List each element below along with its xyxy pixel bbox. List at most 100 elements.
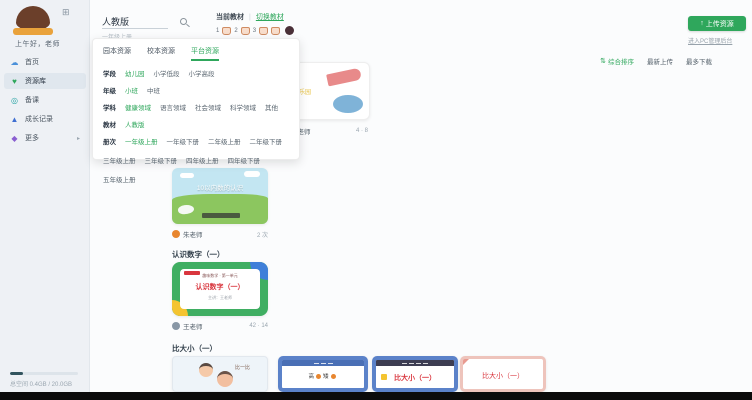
sidebar-item-label: 更多 (25, 133, 39, 143)
card-content: 高矮 (282, 372, 364, 380)
filter-option[interactable]: 其他 (265, 102, 278, 112)
card-title: 比大小（一） (463, 371, 543, 381)
filter-option[interactable]: 四年级下册 (228, 155, 261, 165)
card-text: 比一比 (235, 364, 250, 371)
unit-badge-icon[interactable] (241, 27, 250, 35)
filter-option[interactable]: 三年级下册 (145, 155, 178, 165)
unit-number: 1 (216, 28, 219, 34)
card-title: 认识数字（一） (180, 282, 260, 292)
filter-label: 册次 (103, 136, 116, 146)
sidebar-item-prep[interactable]: ◎ 备课 (4, 92, 86, 108)
sort-option-label: 最多下载 (686, 56, 712, 66)
unit-badge-row: 1 2 3 (216, 26, 294, 35)
sort-option-downloads[interactable]: 最多下载 (686, 56, 712, 66)
more-diamond-icon: ◆ (10, 134, 19, 143)
filter-option[interactable]: 五年级上册 (103, 174, 136, 184)
sort-option-label: 综合排序 (608, 56, 634, 66)
app-window: ⊞ 上午好，老师 ☁ 首页 ♥ 资源库 ◎ 备课 ▲ 成长记录 ◆ 更多 ▸ (0, 0, 752, 400)
upload-button[interactable]: ↑ 上传资源 (688, 16, 746, 31)
uploader-avatar-icon (172, 230, 180, 238)
pc-admin-link[interactable]: 进入PC管理后台 (688, 36, 732, 45)
app-grid-icon[interactable]: ⊞ (62, 7, 70, 18)
search-icon[interactable] (180, 18, 187, 25)
sidebar-item-label: 首页 (25, 57, 39, 67)
search-input[interactable] (102, 14, 168, 29)
sidebar-nav: ☁ 首页 ♥ 资源库 ◎ 备课 ▲ 成长记录 ◆ 更多 ▸ (4, 54, 86, 149)
filter-option[interactable]: 小班 (125, 85, 138, 95)
unit-badge-icon[interactable] (271, 27, 280, 35)
filter-row-grade: 年级 小班 中班 (103, 85, 293, 95)
filter-option[interactable]: 小学高段 (189, 68, 215, 78)
filter-option[interactable]: 三年级上册 (103, 155, 136, 165)
resource-card[interactable]: 比一比 (172, 356, 268, 392)
avatar[interactable] (285, 26, 294, 35)
sort-option-default[interactable]: ⇅ 综合排序 (600, 56, 634, 66)
resource-card[interactable]: 趣味数学 · 第一单元 认识数字（一） 主讲：王老师 (172, 262, 268, 316)
prep-ring-icon: ◎ (10, 96, 19, 105)
app-logo-icon (16, 6, 50, 30)
filter-option[interactable]: 社会领域 (195, 102, 221, 112)
resource-card[interactable]: 比大小（一） (460, 356, 546, 392)
sidebar-item-more[interactable]: ◆ 更多 ▸ (4, 130, 86, 146)
tab-school-resources[interactable]: 园本资源 (103, 46, 131, 61)
filter-row-volume: 册次 一年级上册 一年级下册 二年级上册 二年级下册 三年级上册 三年级下册 四… (103, 136, 293, 184)
filter-option[interactable]: 二年级下册 (250, 136, 283, 146)
filter-option[interactable]: 中班 (147, 85, 160, 95)
sort-option-newest[interactable]: 最新上传 (647, 56, 673, 66)
resource-heart-icon: ♥ (10, 77, 19, 86)
filter-tabs: 园本资源 校本资源 平台资源 (103, 46, 289, 61)
child-face-illustration (199, 363, 213, 377)
resource-card[interactable]: 高矮 (278, 356, 368, 392)
uploader-name: 王老师 (183, 321, 203, 331)
sidebar-item-resources[interactable]: ♥ 资源库 (4, 73, 86, 89)
ribbon-icon (460, 356, 472, 368)
compare-label: 矮 (323, 374, 329, 380)
filter-label: 年级 (103, 85, 116, 95)
uploader-avatar-icon (172, 322, 180, 330)
tab-platform-resources[interactable]: 平台资源 (191, 46, 219, 61)
uploader-name: 朱老师 (183, 229, 203, 239)
train-illustration (202, 213, 240, 218)
sidebar-item-label: 成长记录 (25, 114, 53, 124)
growth-triangle-icon: ▲ (10, 115, 19, 124)
blue-blob-illustration (333, 95, 363, 113)
material-switcher: 当前教材 | 切换教材 (216, 12, 284, 22)
filter-option[interactable]: 四年级上册 (186, 155, 219, 165)
filter-option[interactable]: 一年级上册 (125, 136, 158, 146)
card-caption: 王老师 42 · 14 (172, 321, 268, 331)
filter-option[interactable]: 人教版 (125, 119, 145, 129)
filter-row-subject: 学科 健康领域 语言领域 社会领域 科学领域 其他 (103, 102, 293, 112)
section-header: 比大小（一） (172, 343, 217, 354)
filter-option[interactable]: 科学领域 (230, 102, 256, 112)
sort-bar: ⇅ 综合排序 最新上传 最多下载 (600, 56, 712, 66)
sidebar-item-growth[interactable]: ▲ 成长记录 (4, 111, 86, 127)
unit-badge-icon[interactable] (222, 27, 231, 35)
greeting-text: 上午好，老师 (15, 39, 60, 49)
storage-meter: 总空间 0.4GB / 20.0GB (10, 372, 80, 388)
resource-card[interactable]: 比大小（一） (372, 356, 458, 392)
switch-material-link[interactable]: 切换教材 (256, 12, 284, 22)
unit-number: 2 (234, 28, 237, 34)
bottom-letterbox-bar (0, 392, 752, 400)
sort-option-label: 最新上传 (647, 56, 673, 66)
card-stats: 4 · 8 (356, 128, 368, 134)
filter-option[interactable]: 小学低段 (154, 68, 180, 78)
card-title: 比大小（一） (376, 373, 454, 383)
filter-label: 学段 (103, 68, 116, 78)
filter-option[interactable]: 一年级下册 (167, 136, 200, 146)
filter-option[interactable]: 健康领域 (125, 102, 151, 112)
upload-arrow-icon: ↑ (700, 20, 704, 27)
chevron-right-icon: ▸ (77, 135, 80, 142)
red-tag-icon (184, 271, 200, 275)
card-subtitle: 主讲：王老师 (180, 295, 260, 301)
sidebar-item-home[interactable]: ☁ 首页 (4, 54, 86, 70)
unit-number: 3 (253, 28, 256, 34)
filter-option[interactable]: 语言领域 (160, 102, 186, 112)
tab-campus-resources[interactable]: 校本资源 (147, 46, 175, 61)
filter-option[interactable]: 二年级上册 (208, 136, 241, 146)
unit-badge-icon[interactable] (259, 27, 268, 35)
card-stats: 42 · 14 (249, 323, 268, 329)
dot-icon (331, 374, 336, 379)
filter-option[interactable]: 幼儿园 (125, 68, 145, 78)
sidebar-item-label: 备课 (25, 95, 39, 105)
